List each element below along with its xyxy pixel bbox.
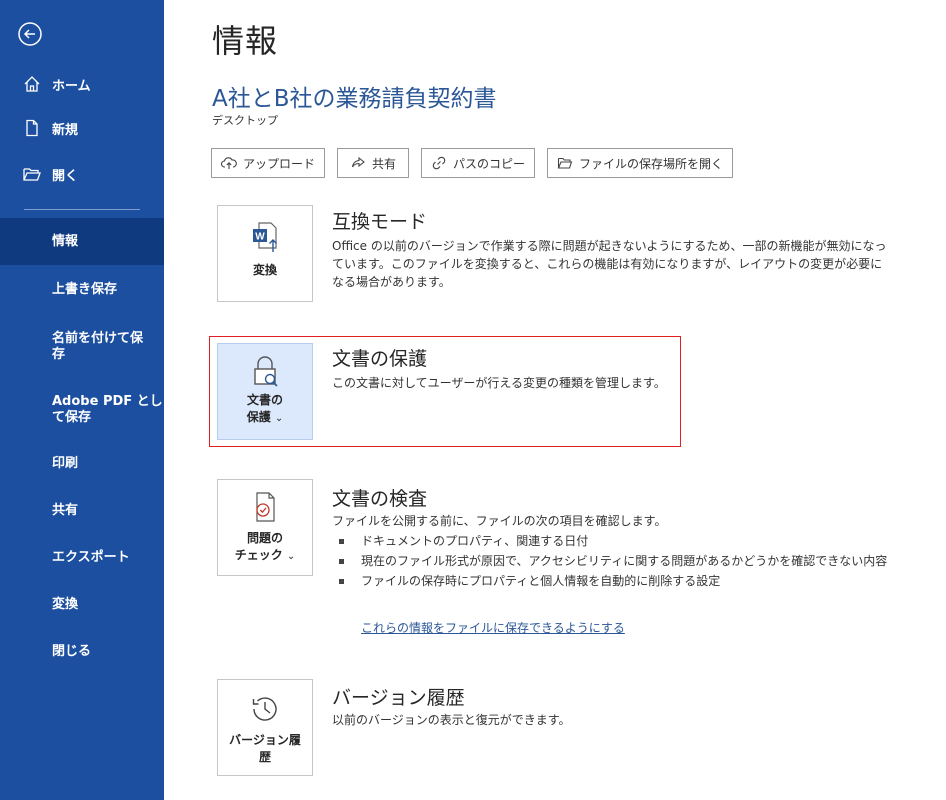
inspect-document-title: 文書の検査: [332, 488, 428, 510]
folder-open-icon: [557, 157, 573, 169]
sidebar-item-label: 閉じる: [52, 644, 92, 659]
document-check-icon: [256, 492, 275, 522]
share-button[interactable]: 共有: [337, 148, 410, 178]
document-title: A社とB社の業務請負契約書: [212, 86, 497, 112]
protect-label-line1: 文書の: [246, 393, 283, 407]
upload-label: アップロード: [243, 156, 316, 171]
lock-search-icon: [254, 356, 278, 387]
list-item: ドキュメントのプロパティ、関連する日付: [332, 532, 892, 550]
sidebar-item-info[interactable]: 情報: [0, 218, 164, 265]
allow-save-info-link[interactable]: これらの情報をファイルに保存できるようにする: [361, 619, 625, 636]
check-label-text: チェック: [234, 548, 283, 562]
chevron-down-icon: ⌄: [274, 413, 284, 424]
version-label-line2: 歴: [258, 750, 271, 764]
new-document-icon: [26, 119, 38, 137]
upload-button[interactable]: アップロード: [211, 148, 326, 178]
sidebar-item-label: エクスポート: [52, 550, 130, 565]
inspect-items-list: ドキュメントのプロパティ、関連する日付 現在のファイル形式が原因で、アクセシビリ…: [332, 532, 892, 592]
nav-home-label: ホーム: [52, 78, 91, 94]
version-history-title: バージョン履歴: [332, 687, 465, 709]
sidebar-item-export[interactable]: エクスポート: [0, 536, 164, 580]
nav-new[interactable]: 新規: [0, 106, 164, 150]
check-label-line1: 問題の: [246, 531, 283, 545]
check-for-issues-button[interactable]: 問題の チェック ⌄: [217, 479, 313, 576]
sidebar-item-save-as-pdf[interactable]: Adobe PDF とし て保存: [0, 383, 164, 437]
open-file-location-button[interactable]: ファイルの保存場所を開く: [547, 148, 734, 178]
history-clock-icon: [252, 697, 277, 721]
nav-open[interactable]: 開く: [0, 152, 164, 196]
cloud-upload-icon: [221, 157, 237, 169]
nav-new-label: 新規: [52, 122, 79, 138]
copy-path-button[interactable]: パスのコピー: [421, 148, 536, 178]
version-history-button[interactable]: バージョン履 歴: [217, 679, 313, 776]
compat-mode-title: 互換モード: [332, 211, 428, 233]
nav-open-label: 開く: [52, 168, 79, 184]
check-label-line2: チェック ⌄: [218, 547, 312, 565]
chevron-down-icon: ⌄: [286, 551, 296, 562]
link-icon: [432, 156, 446, 170]
backstage-sidebar: ホーム 新規 開く 情報 上書き保存 名前を付けて保 存 Adobe PDF と…: [0, 0, 164, 800]
file-actions: アップロード 共有 パスのコピー ファイルの保存場所を開く: [211, 148, 734, 178]
sidebar-item-save[interactable]: 上書き保存: [0, 266, 164, 314]
page-title: 情報: [212, 22, 279, 60]
document-location: デスクトップ: [212, 114, 278, 127]
back-arrow-icon[interactable]: [17, 21, 43, 47]
protect-document-title: 文書の保護: [332, 348, 428, 370]
sidebar-item-label: 変換: [52, 597, 79, 612]
version-label-line1: バージョン履: [229, 733, 301, 747]
nav-home[interactable]: ホーム: [0, 62, 164, 106]
share-label: 共有: [372, 156, 397, 171]
convert-button[interactable]: W 変換: [217, 205, 313, 302]
protect-label-text: 保護: [246, 410, 271, 424]
version-history-description: 以前のバージョンの表示と復元ができます。: [332, 713, 571, 727]
sidebar-item-convert[interactable]: 変換: [0, 583, 164, 627]
word-convert-icon: W: [253, 222, 277, 252]
list-item: 現在のファイル形式が原因で、アクセシビリティに関する問題があるかどうかを確認でき…: [332, 552, 892, 570]
sidebar-divider: [24, 209, 140, 210]
sidebar-item-label: 上書き保存: [52, 282, 118, 297]
copy-path-label: パスのコピー: [453, 156, 526, 171]
convert-label: 変換: [252, 263, 277, 277]
share-icon: [351, 156, 365, 168]
sidebar-item-label: 共有: [52, 503, 79, 518]
protect-document-description: この文書に対してユーザーが行える変更の種類を管理します。: [332, 376, 666, 390]
sidebar-item-save-as[interactable]: 名前を付けて保 存: [0, 320, 164, 374]
info-panel: 情報 A社とB社の業務請負契約書 デスクトップ アップロード 共有 パスのコピー: [164, 0, 946, 800]
open-file-location-label: ファイルの保存場所を開く: [579, 156, 724, 171]
sidebar-item-print[interactable]: 印刷: [0, 442, 164, 486]
sidebar-item-label: Adobe PDF とし て保存: [52, 394, 163, 425]
list-item: ファイルの保存時にプロパティと個人情報を自動的に削除する設定: [332, 572, 892, 590]
sidebar-item-share[interactable]: 共有: [0, 489, 164, 533]
sidebar-item-label: 情報: [52, 233, 79, 249]
protect-document-button[interactable]: 文書の 保護 ⌄: [217, 343, 313, 440]
sidebar-item-label: 印刷: [52, 456, 79, 471]
home-icon: [24, 76, 40, 92]
compat-mode-description: Office の以前のバージョンで作業する際に問題が起きないようにするため、一部…: [332, 239, 887, 289]
open-folder-icon: [23, 168, 41, 181]
inspect-document-description: ファイルを公開する前に、ファイルの次の項目を確認します。: [332, 514, 667, 528]
protect-label-line2: 保護 ⌄: [218, 409, 312, 427]
svg-text:W: W: [255, 232, 265, 243]
sidebar-item-label: 名前を付けて保 存: [52, 331, 144, 362]
sidebar-item-close[interactable]: 閉じる: [0, 630, 164, 674]
